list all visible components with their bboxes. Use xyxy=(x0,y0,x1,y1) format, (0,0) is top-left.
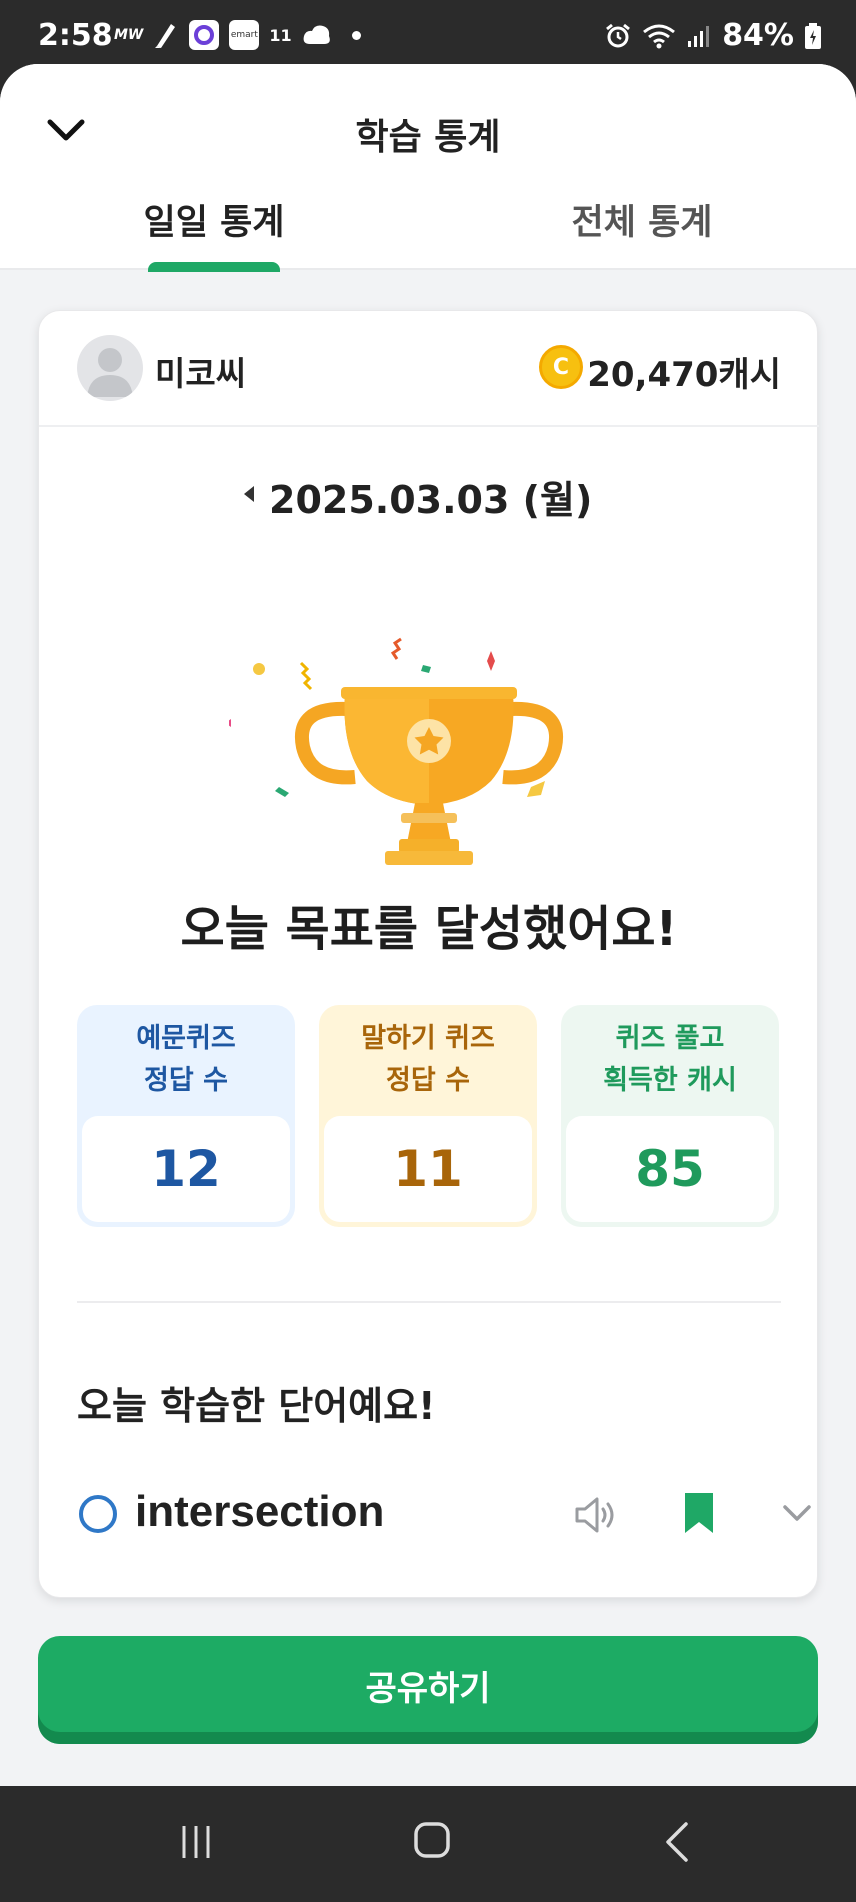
trophy-illustration xyxy=(225,581,629,871)
stat-label: 예문퀴즈 정답 수 xyxy=(77,1005,295,1115)
speaker-icon[interactable] xyxy=(571,1493,619,1537)
previous-date-button[interactable] xyxy=(234,479,264,509)
home-icon[interactable] xyxy=(412,1820,452,1860)
emart-app-icon: emart xyxy=(229,20,260,50)
battery-icon xyxy=(805,22,821,49)
stat-label-line2: 정답 수 xyxy=(144,1065,228,1096)
stat-value: 11 xyxy=(324,1116,532,1222)
pen-app-icon xyxy=(155,24,176,48)
correct-mark-icon xyxy=(79,1495,117,1533)
current-date: 2025.03.03 (월) xyxy=(269,478,593,522)
stat-value: 85 xyxy=(566,1116,774,1222)
stat-earned-cash: 퀴즈 풀고 획득한 캐시 85 xyxy=(561,1005,779,1227)
status-system-icons: 84% xyxy=(604,18,822,53)
stat-label-line1: 말하기 퀴즈 xyxy=(361,1023,495,1054)
tab-total-stats[interactable]: 전체 통계 xyxy=(428,194,856,245)
status-notification-icons: MW emart 11 xyxy=(114,20,361,50)
cloud-app-icon xyxy=(303,25,330,44)
avatar xyxy=(77,335,143,401)
section-divider xyxy=(77,1301,781,1303)
alarm-icon xyxy=(606,23,631,47)
stat-value: 12 xyxy=(82,1116,290,1222)
page-title: 학습 통계 xyxy=(355,117,501,158)
expand-chevron-icon[interactable] xyxy=(777,1499,817,1529)
stat-sentence-quiz: 예문퀴즈 정답 수 12 xyxy=(77,1005,295,1227)
more-notifications-dot xyxy=(351,30,361,40)
coin-icon: C xyxy=(539,345,583,389)
profile-row: 미코씨 C 20,470캐시 xyxy=(39,311,819,427)
user-icon xyxy=(87,348,133,397)
active-tab-indicator xyxy=(148,262,280,272)
stat-label-line1: 예문퀴즈 xyxy=(136,1023,236,1054)
bookmark-icon[interactable] xyxy=(681,1491,717,1535)
wifi-icon xyxy=(643,24,676,48)
words-section-title: 오늘 학습한 단어예요! xyxy=(77,1384,436,1428)
circle-app-icon xyxy=(189,20,220,50)
signal-icon xyxy=(688,25,710,47)
carrier-label: MW xyxy=(114,27,144,43)
stats-card: 미코씨 C 20,470캐시 2025.03.03 (월) 오늘 목표를 달성했… xyxy=(38,310,819,1598)
app-header: 학습 통계 일일 통계 전체 통계 xyxy=(0,64,856,272)
word-list-item[interactable]: intersection xyxy=(77,1479,811,1549)
system-nav-bar xyxy=(0,1786,856,1902)
caret-left-icon xyxy=(244,486,254,502)
stat-speaking-quiz: 말하기 퀴즈 정답 수 11 xyxy=(319,1005,537,1227)
username: 미코씨 xyxy=(155,354,247,393)
goal-achieved-message: 오늘 목표를 달성했어요! xyxy=(180,901,678,957)
trophy-icon xyxy=(225,637,563,865)
eleven-app-icon: 11 xyxy=(269,25,292,45)
word-text: intersection xyxy=(135,1487,385,1536)
status-bar: 2:58 MW emart 11 84% xyxy=(0,0,856,64)
stat-label: 말하기 퀴즈 정답 수 xyxy=(319,1005,537,1115)
battery-percent: 84% xyxy=(722,18,794,53)
share-button[interactable]: 공유하기 xyxy=(38,1636,818,1744)
cash-balance: 20,470캐시 xyxy=(587,355,781,395)
stat-label-line2: 정답 수 xyxy=(386,1065,470,1096)
status-time: 2:58 xyxy=(38,18,113,53)
recent-apps-icon[interactable] xyxy=(176,1822,216,1862)
stat-label-line1: 퀴즈 풀고 xyxy=(615,1023,725,1054)
stat-label: 퀴즈 풀고 획득한 캐시 xyxy=(561,1005,779,1115)
tab-daily-stats[interactable]: 일일 통계 xyxy=(0,194,428,245)
back-icon[interactable] xyxy=(656,1820,696,1864)
app-screen: 학습 통계 일일 통계 전체 통계 미코씨 C 20,470캐시 2025.03… xyxy=(0,64,856,1786)
stat-label-line2: 획득한 캐시 xyxy=(603,1065,737,1096)
